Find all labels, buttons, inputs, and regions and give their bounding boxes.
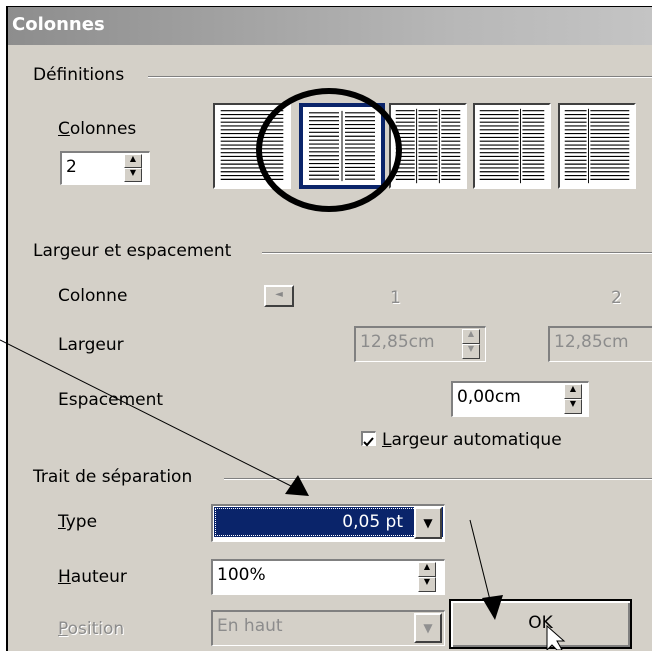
height-label: Hauteur [58,567,127,587]
spin-up-icon[interactable]: ▲ [124,154,142,168]
spacing-spinner[interactable]: ▲ ▼ [564,384,582,414]
separator-group-label: Trait de séparation [30,467,196,487]
height-input[interactable]: 100% [211,559,445,595]
preset-left-wide[interactable] [473,103,551,189]
ok-button[interactable]: OK [449,599,632,649]
type-dropdown-button[interactable]: ▼ [414,507,442,539]
type-label: Type [58,512,98,532]
definitions-group-label: Définitions [30,65,128,85]
auto-width-checkbox[interactable] [361,431,376,447]
width-spacing-divider [262,252,652,254]
width-label: Largeur [58,335,124,355]
dialog-title: Colonnes [12,14,105,35]
preset-three-columns[interactable] [389,103,467,189]
columns-count-spinner[interactable]: ▲ ▼ [124,154,142,182]
type-select[interactable]: 0,05 pt [211,504,445,542]
width-spacing-group-label: Largeur et espacement [30,241,235,261]
column-1-width-spinner[interactable]: ▲ ▼ [462,329,480,359]
column-1-header: 1 [390,288,401,308]
column-label: Colonne [58,286,128,306]
spin-up-icon[interactable]: ▲ [418,562,436,577]
title-bar[interactable]: Colonnes [8,7,652,45]
spin-down-icon[interactable]: ▼ [462,344,480,359]
columns-dialog: Colonnes Définitions Colonnes 2 ▲ ▼ Larg… [6,6,652,651]
spin-down-icon[interactable]: ▼ [418,577,436,592]
position-select[interactable]: En haut [211,610,445,646]
column-2-width-input[interactable]: 12,85cm [548,326,652,362]
checkmark-icon [363,437,374,447]
spin-down-icon[interactable]: ▼ [124,168,142,182]
preset-one-column[interactable] [213,103,291,189]
spin-up-icon[interactable]: ▲ [564,384,582,399]
separator-divider [224,478,652,480]
position-dropdown-button[interactable]: ▼ [414,613,442,643]
spin-down-icon[interactable]: ▼ [564,399,582,414]
chevron-down-icon: ▼ [423,516,433,530]
preset-right-wide[interactable] [558,103,636,189]
spin-up-icon[interactable]: ▲ [462,329,480,344]
type-selected-value: 0,05 pt [214,507,443,537]
column-2-header: 2 [611,288,622,308]
height-spinner[interactable]: ▲ ▼ [418,562,436,592]
arrow-left-icon: ◄ [275,289,283,300]
position-label: Position [58,619,125,639]
previous-column-button[interactable]: ◄ [264,285,294,307]
spacing-label: Espacement [58,390,164,410]
preset-two-columns[interactable] [299,103,385,189]
auto-width-label: Largeur automatique [382,430,562,450]
columns-label: Colonnes [58,119,137,139]
chevron-down-icon: ▼ [423,621,433,635]
definitions-divider [148,76,652,78]
